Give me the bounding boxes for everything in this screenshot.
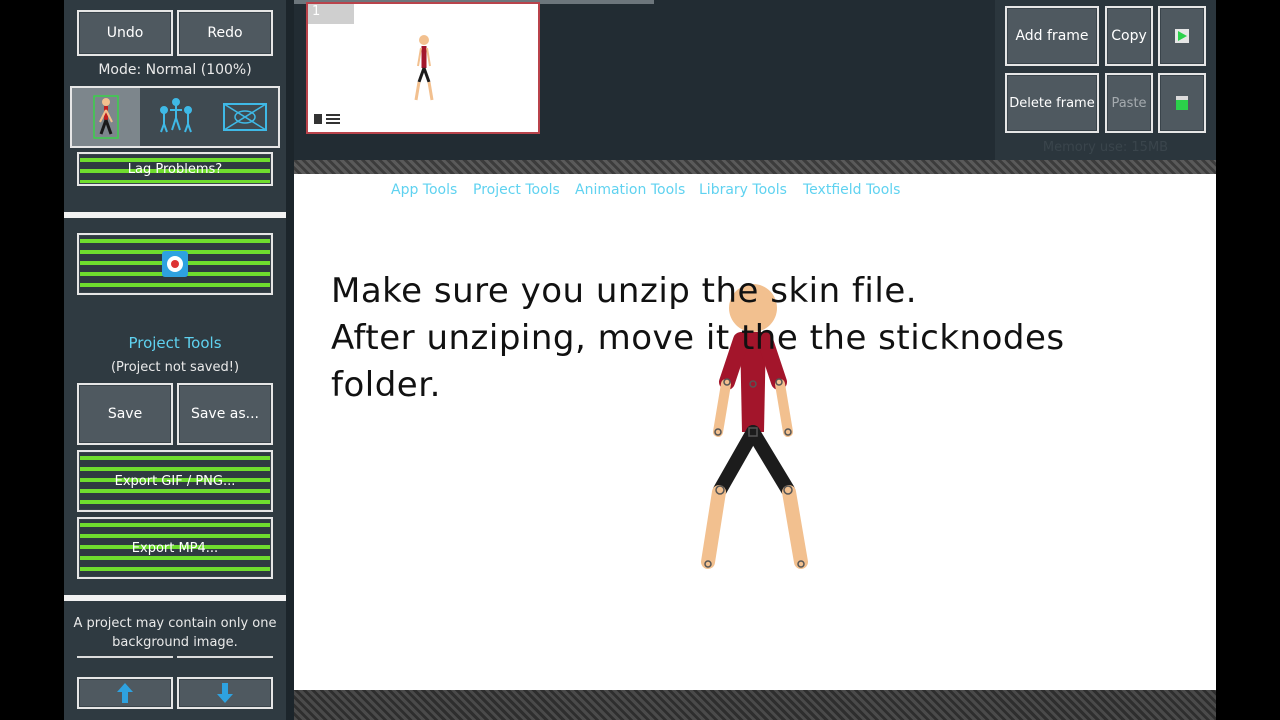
stickfigure-tool-button[interactable] [72, 88, 140, 146]
divider [64, 595, 286, 601]
canvas-border-top [294, 160, 1216, 174]
frame-color-button[interactable] [1158, 73, 1206, 133]
arrow-up-icon [117, 683, 133, 703]
caption-line: folder. [331, 365, 441, 405]
canvas-border-bottom [294, 690, 1216, 720]
caption-line: After unziping, move it the the sticknod… [331, 318, 1065, 358]
menu-textfield-tools[interactable]: Textfield Tools [803, 182, 900, 198]
save-as-button[interactable]: Save as... [177, 383, 273, 445]
menu-project-tools[interactable]: Project Tools [473, 182, 560, 198]
background-image-icon [223, 103, 267, 131]
arrow-down-icon [217, 683, 233, 703]
tool-selector [70, 86, 280, 148]
frame-options-icon [314, 114, 340, 124]
menu-animation-tools[interactable]: Animation Tools [575, 182, 685, 198]
lag-problems-button[interactable]: Lag Problems? [77, 152, 273, 186]
redo-button[interactable]: Redo [177, 10, 273, 56]
gear-icon [162, 251, 188, 277]
copy-button[interactable]: Copy [1105, 6, 1153, 66]
caption-line: Make sure you unzip the skin file. [331, 271, 918, 311]
frame-controls: Add frame Copy Delete frame Paste Memory… [995, 0, 1216, 166]
group-tool-button[interactable] [142, 88, 210, 146]
move-down-button[interactable] [177, 677, 273, 709]
group-icon [160, 98, 192, 133]
stickfigure-icon [93, 95, 119, 139]
memory-usage: Memory use: 15MB [1042, 140, 1169, 155]
caption-text: Make sure you unzip the skin file. After… [331, 268, 1151, 409]
drawing-canvas[interactable]: Make sure you unzip the skin file. After… [294, 174, 1216, 690]
undo-button[interactable]: Undo [77, 10, 173, 56]
export-gif-button[interactable]: Export GIF / PNG... [77, 450, 273, 512]
delete-frame-button[interactable]: Delete frame [1005, 73, 1099, 133]
project-tools-heading: Project Tools [128, 334, 222, 352]
left-panel: Undo Redo Mode: Normal (100%) Lag Proble… [64, 0, 286, 720]
stickfigure[interactable] [294, 174, 1216, 690]
play-button[interactable] [1158, 6, 1206, 66]
background-tool-button[interactable] [212, 88, 278, 146]
play-icon [1175, 29, 1189, 43]
mode-text: Mode: Normal (100%) [98, 62, 252, 78]
frame-color-icon [1176, 96, 1188, 110]
add-frame-button[interactable]: Add frame [1005, 6, 1099, 66]
project-status: (Project not saved!) [110, 360, 240, 375]
move-up-button[interactable] [77, 677, 173, 709]
divider [177, 656, 273, 658]
background-note: A project may contain only one backgroun… [73, 616, 277, 650]
save-button[interactable]: Save [77, 383, 173, 445]
divider [77, 656, 173, 658]
paste-button[interactable]: Paste [1105, 73, 1153, 133]
export-mp4-button[interactable]: Export MP4... [77, 517, 273, 579]
frame-number: 1 [308, 4, 354, 24]
menu-library-tools[interactable]: Library Tools [699, 182, 787, 198]
menu-app-tools[interactable]: App Tools [391, 182, 457, 198]
settings-button[interactable] [77, 233, 273, 295]
divider [64, 212, 286, 218]
panel-separator [286, 0, 294, 720]
